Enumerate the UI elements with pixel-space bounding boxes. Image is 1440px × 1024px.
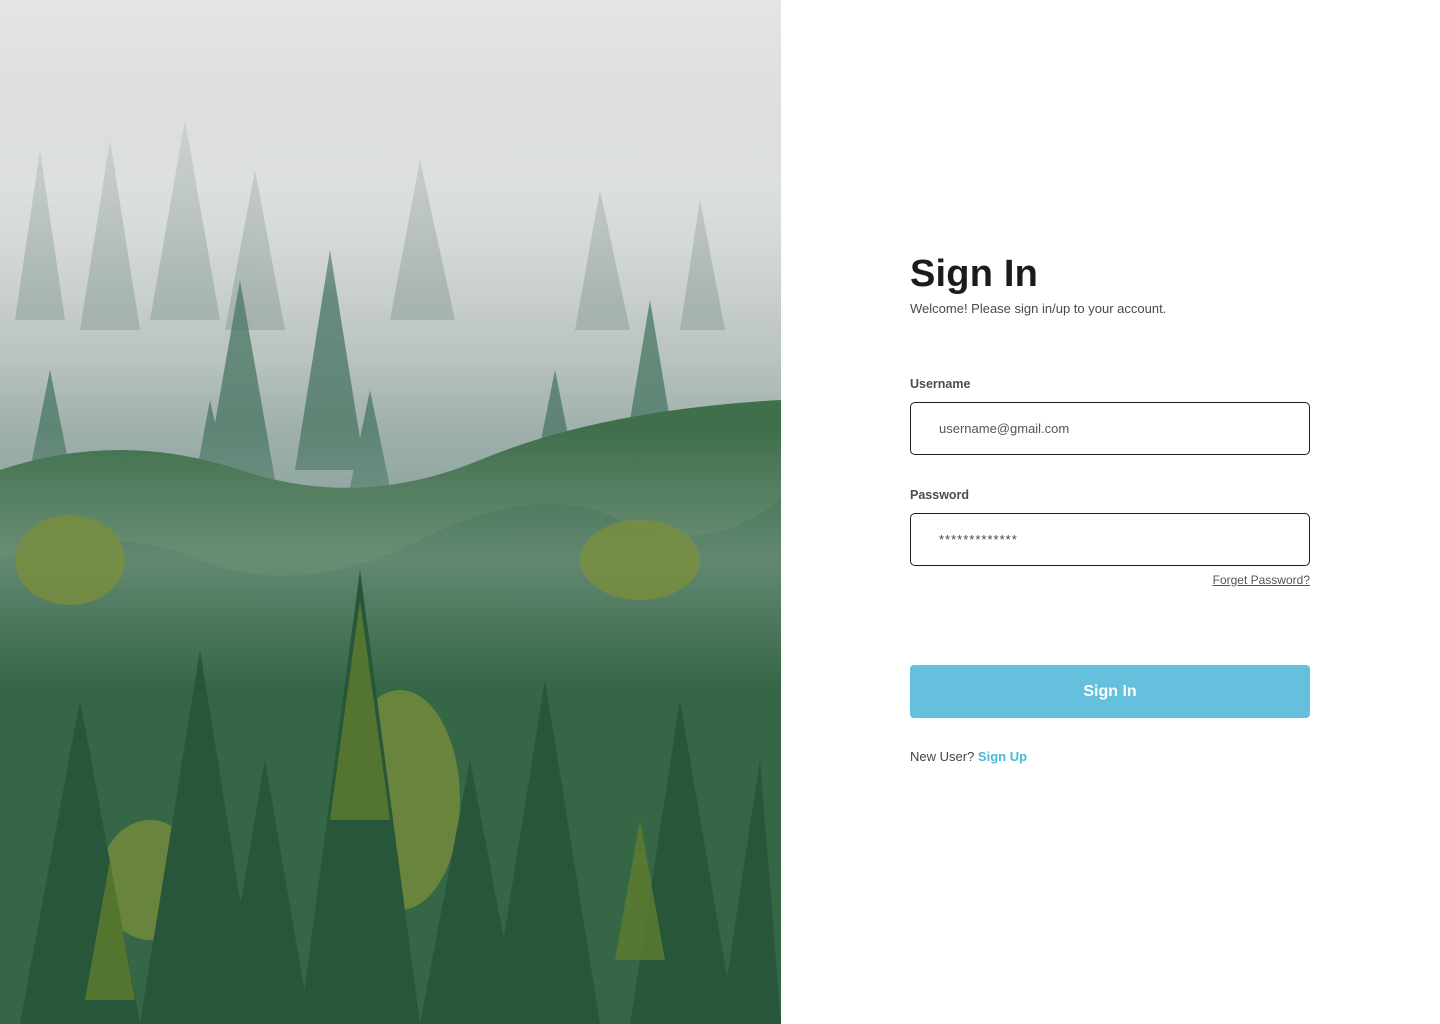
forest-illustration: [0, 0, 781, 1024]
page-title: Sign In: [910, 253, 1039, 295]
sign-in-page: Sign In Welcome! Please sign in/up to yo…: [0, 0, 1440, 1024]
sign-up-link[interactable]: Sign Up: [978, 749, 1027, 764]
password-input[interactable]: [910, 513, 1310, 566]
username-input[interactable]: [910, 402, 1310, 455]
sign-in-panel: Sign In Welcome! Please sign in/up to yo…: [781, 0, 1440, 1024]
forest-hero-image: [0, 0, 781, 1024]
welcome-subtitle: Welcome! Please sign in/up to your accou…: [910, 301, 1167, 316]
new-user-text: New User?: [910, 749, 975, 764]
password-label: Password: [910, 488, 970, 502]
sign-in-button[interactable]: Sign In: [910, 665, 1310, 718]
username-label: Username: [910, 377, 971, 391]
forget-password-link[interactable]: Forget Password?: [1213, 573, 1310, 587]
forget-password-row: Forget Password?: [910, 572, 1310, 588]
sign-in-form: Sign In Welcome! Please sign in/up to yo…: [910, 252, 1310, 765]
signup-prompt: New User? Sign Up: [910, 749, 1310, 765]
